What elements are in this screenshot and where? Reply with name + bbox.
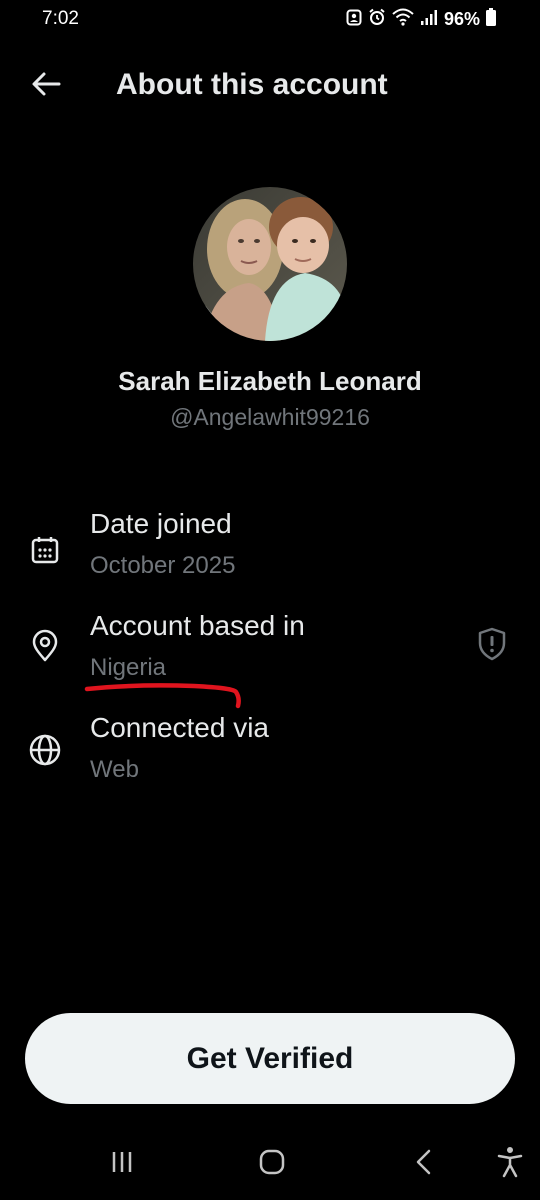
home-button[interactable]: [252, 1144, 292, 1184]
wifi-icon: [392, 8, 414, 31]
accessibility-icon: [496, 1146, 524, 1183]
shield-alert-icon: [477, 627, 507, 666]
arrow-left-icon: [30, 68, 62, 105]
info-row-connected-via: Connected via Web: [0, 712, 540, 802]
signal-icon: [420, 8, 438, 31]
home-icon: [257, 1147, 287, 1182]
based-in-label: Account based in: [90, 610, 305, 641]
red-underline-annotation: [84, 680, 246, 714]
system-back-button[interactable]: [404, 1144, 444, 1184]
display-name: Sarah Elizabeth Leonard: [118, 366, 422, 396]
alarm-icon: [368, 8, 386, 31]
avatar[interactable]: [193, 187, 347, 341]
globe-icon: [25, 730, 65, 770]
system-nav-bar: [0, 1130, 540, 1200]
info-row-date-joined: Date joined October 2025: [0, 508, 540, 598]
recent-apps-button[interactable]: [102, 1144, 142, 1184]
header: About this account: [0, 56, 540, 116]
info-row-based-in: Account based in Nigeria: [0, 610, 540, 700]
date-joined-label: Date joined: [90, 508, 232, 539]
location-pin-icon: [25, 626, 65, 666]
transparency-info-button[interactable]: [472, 626, 512, 666]
status-icons: 96%: [346, 8, 496, 31]
status-bar: 7:02 96%: [0, 0, 540, 40]
user-handle: @Angelawhit99216: [170, 404, 370, 430]
back-icon: [410, 1148, 438, 1181]
accessibility-button[interactable]: [490, 1144, 530, 1184]
calendar-icon: [25, 530, 65, 570]
status-time: 7:02: [42, 8, 79, 29]
battery-percent: 96%: [443, 9, 480, 29]
connected-via-value: Web: [90, 756, 139, 783]
back-button[interactable]: [26, 66, 66, 106]
based-in-value: Nigeria: [90, 654, 167, 681]
connected-via-label: Connected via: [90, 712, 270, 743]
page-title: About this account: [116, 68, 388, 101]
profile-notification-icon: [346, 8, 362, 31]
date-joined-value: October 2025: [90, 552, 236, 579]
battery-icon: [486, 8, 496, 31]
recent-apps-icon: [108, 1148, 136, 1181]
get-verified-button[interactable]: Get Verified: [25, 1013, 515, 1104]
